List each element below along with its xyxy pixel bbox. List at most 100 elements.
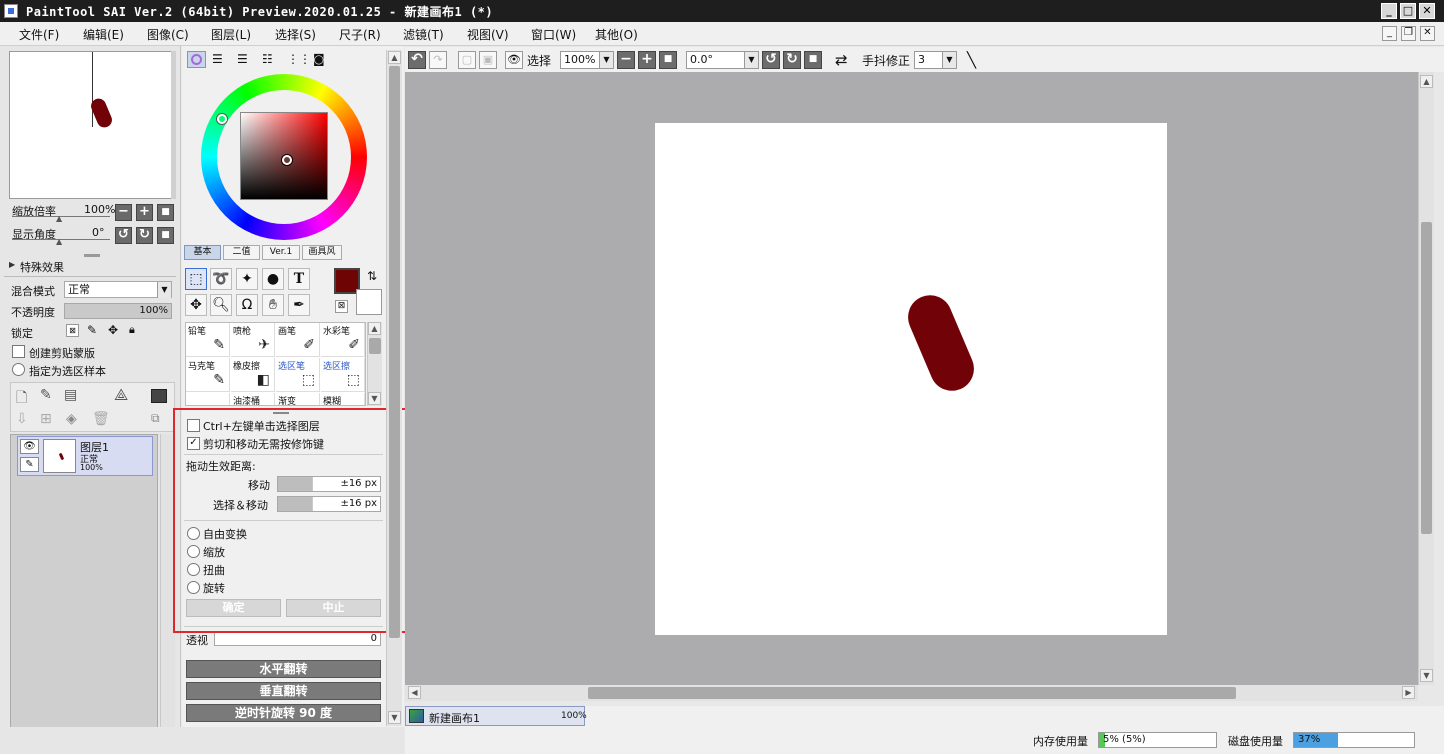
brush-select-pen[interactable]: 选区笔 ⬚: [276, 358, 320, 392]
canvas-horizontal-scrollbar[interactable]: ◀ ▶: [405, 685, 1418, 701]
brush-empty-slot[interactable]: [186, 393, 230, 405]
brush-select-eraser[interactable]: 选区擦 ⬚: [321, 358, 365, 392]
document-tab[interactable]: 新建画布1 100%: [405, 706, 587, 726]
new-folder-icon[interactable]: ▤: [64, 387, 77, 403]
brush-gradient[interactable]: 渐变: [276, 393, 320, 405]
rotate-tool-icon[interactable]: Ω: [236, 294, 258, 316]
flip-view-icon[interactable]: ⇄: [835, 51, 848, 69]
delete-layer-icon[interactable]: 🗑︎: [92, 411, 110, 427]
rotate-reset-icon[interactable]: ■: [804, 51, 822, 69]
zoom-in-button[interactable]: +: [136, 204, 153, 221]
menu-select[interactable]: 选择(S): [275, 26, 316, 43]
invert-select-icon[interactable]: ▣: [479, 51, 497, 69]
magic-wand-tool-icon[interactable]: ✦: [236, 268, 258, 290]
transparent-color-icon[interactable]: ⊠: [335, 300, 348, 313]
stabilizer-select[interactable]: 3 ▼: [914, 51, 957, 69]
mdi-close-button[interactable]: ✕: [1420, 26, 1435, 41]
undo-icon[interactable]: ↶: [408, 51, 426, 69]
rotate-ccw-90-button[interactable]: 逆时针旋转 90 度: [186, 704, 381, 722]
zoom-tool-icon[interactable]: 🔍︎: [210, 294, 232, 316]
color-mixer-tab-icon[interactable]: ☷: [262, 52, 273, 66]
menu-window[interactable]: 窗口(W): [531, 26, 576, 43]
lock-move-icon[interactable]: ✥: [108, 323, 118, 337]
brush-brush[interactable]: 画笔 ✐: [276, 323, 320, 357]
zoom-slider-handle[interactable]: ▲: [56, 214, 62, 223]
navigator-preview[interactable]: [9, 51, 175, 199]
rotate-ccw-icon[interactable]: ↺: [762, 51, 780, 69]
brush-blur[interactable]: 模糊: [321, 393, 365, 405]
menu-filter[interactable]: 滤镜(T): [403, 26, 444, 43]
zoom-out-button[interactable]: −: [115, 204, 132, 221]
scroll-right-icon[interactable]: ▶: [1402, 686, 1415, 699]
zoom-out-icon[interactable]: −: [617, 51, 635, 69]
swatches-tab-icon[interactable]: ⋮⋮: [287, 52, 311, 66]
tool-panel-scrollbar[interactable]: ▲ ▼: [386, 50, 402, 726]
angle-slider-handle[interactable]: ▲: [56, 237, 62, 246]
new-linework-layer-icon[interactable]: ✎: [40, 387, 52, 403]
brush-airbrush[interactable]: 喷枪 ✈: [231, 323, 275, 357]
menu-layer[interactable]: 图层(L): [211, 26, 251, 43]
color-wheel-tab-icon[interactable]: [187, 51, 206, 68]
menu-image[interactable]: 图像(C): [147, 26, 189, 43]
brush-watercolor[interactable]: 水彩笔 ✐: [321, 323, 365, 357]
scroll-thumb[interactable]: [389, 66, 400, 638]
scroll-down-icon[interactable]: ▼: [388, 711, 401, 724]
clear-layer-icon[interactable]: ◈: [66, 411, 77, 427]
hue-picker-handle[interactable]: [217, 114, 227, 124]
menu-edit[interactable]: 编辑(E): [83, 26, 124, 43]
hsv-slider-tab-icon[interactable]: ☰: [237, 52, 248, 66]
brush-marker[interactable]: 马克笔 ✎: [186, 358, 230, 392]
tab-binary[interactable]: 二值: [223, 245, 260, 260]
scroll-up-icon[interactable]: ▲: [388, 51, 401, 64]
layer-mask-icon[interactable]: [151, 389, 167, 403]
minimize-button[interactable]: _: [1381, 3, 1397, 19]
brush-scrollbar[interactable]: ▲ ▼: [367, 322, 382, 406]
perspective-field[interactable]: 0: [214, 631, 381, 646]
clipping-mask-checkbox[interactable]: [12, 345, 25, 358]
scroll-thumb[interactable]: [588, 687, 1236, 699]
transfer-down-icon[interactable]: ⊞: [40, 411, 52, 427]
show-selection-eye-icon[interactable]: 👁︎: [505, 51, 523, 69]
close-button[interactable]: ✕: [1419, 3, 1435, 19]
menu-file[interactable]: 文件(F): [19, 26, 59, 43]
tab-ver1[interactable]: Ver.1: [262, 245, 300, 260]
hand-tool-icon[interactable]: ✋︎: [262, 294, 284, 316]
zoom-in-icon[interactable]: +: [638, 51, 656, 69]
redo-icon[interactable]: ↷: [429, 51, 447, 69]
rotate-cw-icon[interactable]: ↻: [783, 51, 801, 69]
lock-paint-icon[interactable]: ✎: [87, 323, 97, 337]
opacity-slider[interactable]: 100%: [64, 303, 172, 319]
secondary-color-swatch[interactable]: [356, 289, 382, 315]
canvas-viewport[interactable]: [405, 72, 1418, 685]
flip-horizontal-button[interactable]: 水平翻转: [186, 660, 381, 678]
angle-select[interactable]: 0.0° ▼: [686, 51, 759, 69]
layer-visibility-eye-icon[interactable]: 👁︎: [20, 439, 39, 454]
zoom-reset-icon[interactable]: ■: [659, 51, 677, 69]
rotate-cw-button[interactable]: ↻: [136, 227, 153, 244]
layer-pencil-icon[interactable]: ✎: [20, 457, 39, 472]
effects-expand-icon[interactable]: ▶: [9, 260, 15, 269]
swap-colors-icon[interactable]: ⇅: [367, 269, 377, 283]
menu-ruler[interactable]: 尺子(R): [339, 26, 381, 43]
brush-bucket[interactable]: 油漆桶: [231, 393, 275, 405]
mdi-minimize-button[interactable]: _: [1382, 26, 1397, 41]
rotate-ccw-button[interactable]: ↺: [115, 227, 132, 244]
menu-other[interactable]: 其他(O): [595, 26, 638, 43]
lock-transparency-icon[interactable]: ⊠: [66, 324, 79, 337]
zoom-select[interactable]: 100% ▼: [560, 51, 614, 69]
sv-picker-handle[interactable]: [282, 155, 292, 165]
scroll-thumb[interactable]: [369, 338, 381, 354]
deselect-icon[interactable]: ▢: [458, 51, 476, 69]
eyedropper-tool-icon[interactable]: ✒: [288, 294, 310, 316]
maximize-button[interactable]: □: [1400, 3, 1416, 19]
canvas-vertical-scrollbar[interactable]: ▲ ▼: [1418, 72, 1434, 685]
lasso-tool-icon[interactable]: ➰: [210, 268, 232, 290]
tab-basic[interactable]: 基本: [184, 245, 221, 260]
rect-select-tool-icon[interactable]: ⬚: [185, 268, 207, 290]
lock-all-icon[interactable]: 🔒︎: [129, 323, 135, 337]
menu-view[interactable]: 视图(V): [467, 26, 509, 43]
scratchpad-tab-icon[interactable]: ◙: [313, 52, 325, 66]
brush-pencil[interactable]: 铅笔 ✎: [186, 323, 230, 357]
scroll-up-icon[interactable]: ▲: [368, 322, 381, 335]
text-tool-icon[interactable]: T: [288, 268, 310, 290]
